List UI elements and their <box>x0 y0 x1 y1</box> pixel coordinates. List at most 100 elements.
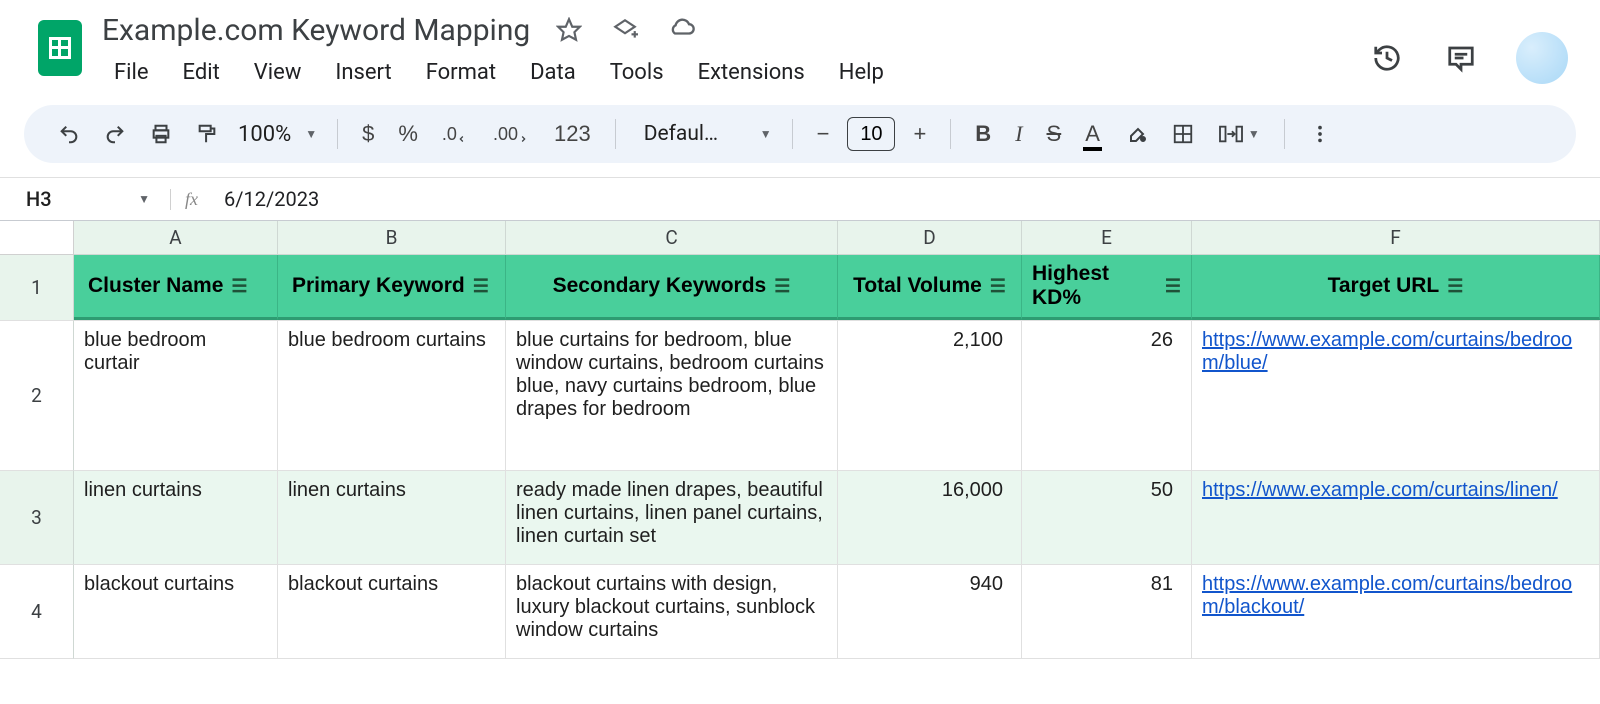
document-title[interactable]: Example.com Keyword Mapping <box>102 13 530 48</box>
cell-url[interactable]: https://www.example.com/curtains/linen/ <box>1192 471 1600 564</box>
col-header-e[interactable]: E <box>1022 221 1192 255</box>
cell-secondary[interactable]: blue curtains for bedroom, blue window c… <box>506 321 838 470</box>
header-kd-label: Highest KD% <box>1032 262 1157 310</box>
header: Example.com Keyword Mapping File Edit Vi… <box>0 0 1600 91</box>
cell-cluster[interactable]: linen curtains <box>74 471 278 564</box>
fill-color-button[interactable] <box>1114 114 1158 154</box>
history-icon[interactable] <box>1368 39 1406 77</box>
number-format-button[interactable]: 123 <box>544 113 601 155</box>
cell-volume[interactable]: 16,000 <box>838 471 1022 564</box>
cell-primary[interactable]: blue bedroom curtains <box>278 321 506 470</box>
header-volume[interactable]: Total Volume ☰ <box>838 255 1022 320</box>
formula-value[interactable]: 6/12/2023 <box>224 187 319 211</box>
row-header-3[interactable]: 3 <box>0 471 74 565</box>
cell-cluster[interactable]: blackout curtains <box>74 565 278 658</box>
cell-secondary[interactable]: ready made linen drapes, beautiful linen… <box>506 471 838 564</box>
filter-icon[interactable]: ☰ <box>473 276 489 297</box>
filter-icon[interactable]: ☰ <box>990 276 1006 297</box>
filter-icon[interactable]: ☰ <box>1165 276 1181 297</box>
col-header-b[interactable]: B <box>278 221 506 255</box>
filter-icon[interactable]: ☰ <box>231 276 247 297</box>
separator <box>615 119 616 149</box>
currency-button[interactable]: $ <box>352 113 384 155</box>
menu-help[interactable]: Help <box>827 54 896 91</box>
cloud-status-icon[interactable] <box>664 12 700 48</box>
menu-view[interactable]: View <box>242 54 314 91</box>
cell-primary[interactable]: blackout curtains <box>278 565 506 658</box>
menu-insert[interactable]: Insert <box>323 54 403 91</box>
header-primary-label: Primary Keyword <box>292 274 465 298</box>
menu-data[interactable]: Data <box>518 54 588 91</box>
cell-cluster[interactable]: blue bedroom curtair <box>74 321 278 470</box>
strikethrough-button[interactable]: S <box>1037 113 1072 155</box>
font-select[interactable]: Defaul… ▼ <box>630 122 778 146</box>
header-kd[interactable]: Highest KD% ☰ <box>1022 255 1192 320</box>
undo-button[interactable] <box>48 115 90 153</box>
font-size-input[interactable] <box>847 117 895 151</box>
separator <box>792 119 793 149</box>
menu-edit[interactable]: Edit <box>171 54 232 91</box>
col-header-f[interactable]: F <box>1192 221 1600 255</box>
menu-file[interactable]: File <box>102 54 161 91</box>
merge-cells-button[interactable]: ▼ <box>1208 115 1270 153</box>
menu-format[interactable]: Format <box>414 54 508 91</box>
cell-url[interactable]: https://www.example.com/curtains/bedroom… <box>1192 565 1600 658</box>
text-color-button[interactable]: A <box>1075 113 1110 155</box>
cell-volume[interactable]: 940 <box>838 565 1022 658</box>
url-link[interactable]: https://www.example.com/curtains/linen/ <box>1202 479 1558 501</box>
decrease-decimal-button[interactable]: .0 <box>432 116 479 153</box>
bold-button[interactable]: B <box>965 113 1001 155</box>
menu-extensions[interactable]: Extensions <box>686 54 817 91</box>
row-header-1[interactable]: 1 <box>0 255 74 321</box>
star-icon[interactable] <box>552 13 586 47</box>
header-secondary[interactable]: Secondary Keywords☰ <box>506 255 838 320</box>
toolbar: 100% ▼ $ % .0 .00 123 Defaul… ▼ − + B I … <box>24 105 1576 163</box>
zoom-select[interactable]: 100% ▼ <box>232 122 323 147</box>
redo-button[interactable] <box>94 115 136 153</box>
filter-icon[interactable]: ☰ <box>1447 276 1463 297</box>
filter-icon[interactable]: ☰ <box>774 276 790 297</box>
cell-secondary[interactable]: blackout curtains with design, luxury bl… <box>506 565 838 658</box>
table-header-row: Cluster Name☰ Primary Keyword ☰ Secondary… <box>74 255 1600 321</box>
move-icon[interactable] <box>608 13 642 47</box>
cell-kd[interactable]: 26 <box>1022 321 1192 470</box>
cell-primary[interactable]: linen curtains <box>278 471 506 564</box>
increase-decimal-button[interactable]: .00 <box>483 116 540 153</box>
decrease-font-button[interactable]: − <box>807 113 840 155</box>
col-header-c[interactable]: C <box>506 221 838 255</box>
sheets-logo[interactable] <box>38 20 82 76</box>
table-row: linen curtains linen curtains ready made… <box>74 471 1600 565</box>
header-url[interactable]: Target URL ☰ <box>1192 255 1600 320</box>
header-volume-label: Total Volume <box>853 274 982 298</box>
increase-font-button[interactable]: + <box>903 113 936 155</box>
select-all-corner[interactable] <box>0 221 74 255</box>
chevron-down-icon: ▼ <box>1248 127 1260 141</box>
header-url-label: Target URL <box>1328 274 1440 298</box>
col-header-a[interactable]: A <box>74 221 278 255</box>
col-header-d[interactable]: D <box>838 221 1022 255</box>
cell-url[interactable]: https://www.example.com/curtains/bedroom… <box>1192 321 1600 470</box>
url-link[interactable]: https://www.example.com/curtains/bedroom… <box>1202 573 1572 618</box>
cell-kd[interactable]: 81 <box>1022 565 1192 658</box>
paint-format-button[interactable] <box>186 115 228 153</box>
italic-button[interactable]: I <box>1005 113 1032 155</box>
table-row: blackout curtains blackout curtains blac… <box>74 565 1600 659</box>
url-link[interactable]: https://www.example.com/curtains/bedroom… <box>1202 329 1572 374</box>
percent-button[interactable]: % <box>388 113 428 155</box>
more-button[interactable] <box>1299 115 1341 153</box>
header-primary[interactable]: Primary Keyword ☰ <box>278 255 506 320</box>
comments-icon[interactable] <box>1442 39 1480 77</box>
row-header-2[interactable]: 2 <box>0 321 74 471</box>
separator <box>950 119 951 149</box>
row-header-4[interactable]: 4 <box>0 565 74 659</box>
header-cluster[interactable]: Cluster Name☰ <box>74 255 278 320</box>
borders-button[interactable] <box>1162 115 1204 153</box>
menu-tools[interactable]: Tools <box>598 54 676 91</box>
cell-volume[interactable]: 2,100 <box>838 321 1022 470</box>
separator <box>337 119 338 149</box>
avatar[interactable] <box>1516 32 1568 84</box>
name-box[interactable]: H3 ▼ <box>18 187 158 211</box>
print-button[interactable] <box>140 115 182 153</box>
table-row: blue bedroom curtair blue bedroom curtai… <box>74 321 1600 471</box>
cell-kd[interactable]: 50 <box>1022 471 1192 564</box>
